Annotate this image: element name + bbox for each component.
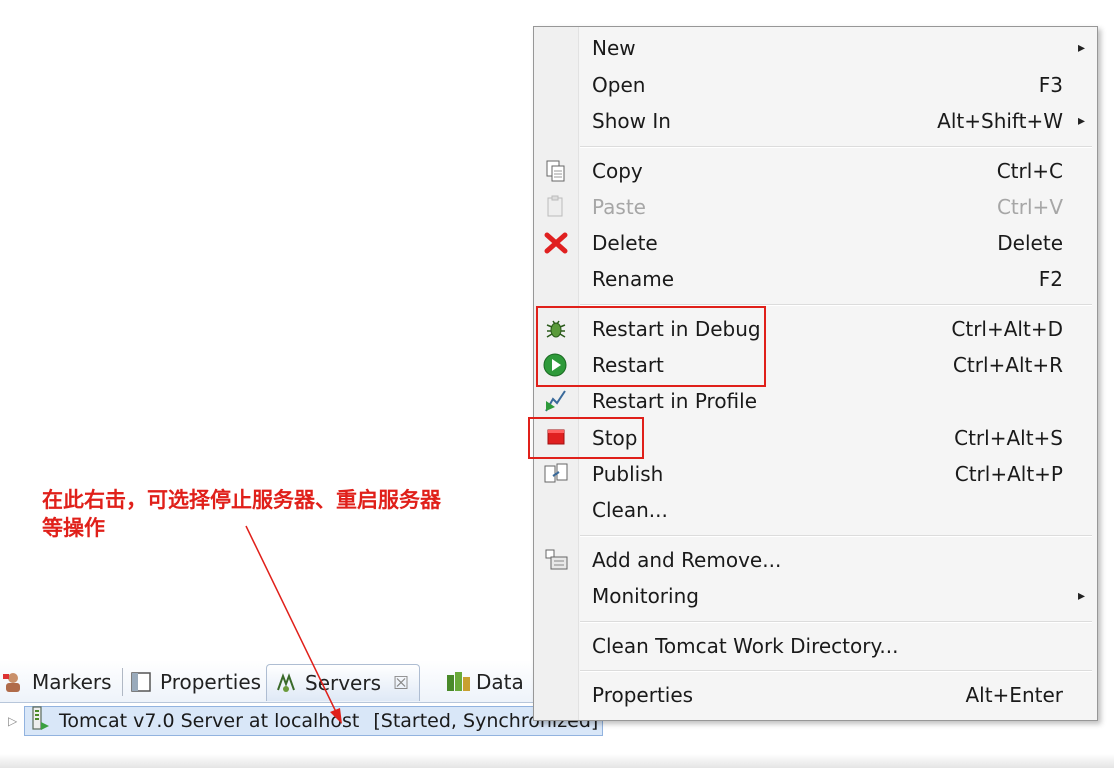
- publish-icon: [543, 462, 569, 486]
- menu-item-new[interactable]: New ▸: [534, 31, 1097, 65]
- paste-icon: [543, 195, 569, 219]
- menu-item-properties[interactable]: Properties Alt+Enter: [534, 678, 1097, 712]
- menu-item-shortcut: Ctrl+C: [996, 159, 1063, 183]
- menu-item-shortcut: F3: [1038, 73, 1063, 97]
- menu-item-shortcut: Alt+Enter: [965, 683, 1063, 707]
- delete-icon: [543, 231, 569, 255]
- menu-item-label: Restart in Profile: [592, 389, 758, 413]
- menu-item-monitoring[interactable]: Monitoring ▸: [534, 579, 1097, 613]
- menu-item-label: Monitoring: [592, 584, 699, 608]
- menu-item-label: New: [592, 36, 636, 60]
- menu-item-show-in[interactable]: Show In Alt+Shift+W ▸: [534, 104, 1097, 138]
- menu-item-add-and-remove[interactable]: Add and Remove...: [534, 543, 1097, 577]
- profile-icon: [543, 389, 569, 413]
- annotation-text: 在此右击，可选择停止服务器、重启服务器 等操作: [42, 486, 502, 542]
- menu-item-label: Open: [592, 73, 646, 97]
- tab-servers[interactable]: Servers ☒: [266, 664, 421, 701]
- menu-item-clean-tomcat-work-directory[interactable]: Clean Tomcat Work Directory...: [534, 629, 1097, 663]
- server-name: Tomcat v7.0 Server at localhost: [59, 710, 360, 732]
- menu-item-copy[interactable]: Copy Ctrl+C: [534, 154, 1097, 188]
- tab-label: Properties: [160, 670, 262, 694]
- close-icon[interactable]: ☒: [393, 673, 409, 694]
- menu-item-label: Clean Tomcat Work Directory...: [592, 634, 899, 658]
- menu-item-paste: Paste Ctrl+V: [534, 190, 1097, 224]
- menu-separator: [580, 146, 1092, 148]
- menu-item-shortcut: Ctrl+Alt+D: [951, 317, 1063, 341]
- view-tab-bar: Markers Properties Servers ☒ Data: [0, 660, 535, 703]
- menu-separator: [580, 535, 1092, 537]
- highlight-box-stop: [528, 417, 644, 459]
- menu-item-label: Properties: [592, 683, 694, 707]
- menu-item-publish[interactable]: Publish Ctrl+Alt+P: [534, 457, 1097, 491]
- menu-item-clean[interactable]: Clean...: [534, 493, 1097, 527]
- menu-item-shortcut: Ctrl+Alt+R: [952, 353, 1063, 377]
- menu-item-shortcut: Ctrl+Alt+P: [954, 462, 1063, 486]
- server-tree-row[interactable]: ▷ Tomcat v7.0 Server at localhost [Start…: [8, 705, 608, 737]
- annotation-line-1: 在此右击，可选择停止服务器、重启服务器: [42, 488, 441, 512]
- submenu-arrow-icon: ▸: [1077, 40, 1085, 56]
- menu-item-label: Add and Remove...: [592, 548, 782, 572]
- menu-item-shortcut: Ctrl+Alt+S: [954, 426, 1063, 450]
- markers-icon: [2, 671, 24, 693]
- menu-item-delete[interactable]: Delete Delete: [534, 226, 1097, 260]
- server-entry[interactable]: Tomcat v7.0 Server at localhost [Started…: [24, 705, 604, 737]
- annotation-line-2: 等操作: [42, 516, 105, 540]
- menu-item-shortcut: Alt+Shift+W: [937, 109, 1063, 133]
- submenu-arrow-icon: ▸: [1077, 588, 1085, 604]
- menu-item-label: Copy: [592, 159, 643, 183]
- tab-markers[interactable]: Markers: [2, 664, 112, 700]
- highlight-box-restart: [536, 306, 766, 387]
- data-icon: [446, 671, 470, 693]
- tab-label: Markers: [32, 670, 112, 694]
- servers-icon: [275, 672, 297, 694]
- menu-item-open[interactable]: Open F3: [534, 68, 1097, 102]
- menu-item-shortcut: Delete: [997, 231, 1063, 255]
- menu-item-shortcut: Ctrl+V: [996, 195, 1063, 219]
- submenu-arrow-icon: ▸: [1077, 113, 1085, 129]
- tab-properties[interactable]: Properties: [130, 664, 261, 700]
- menu-item-label: Paste: [592, 195, 646, 219]
- menu-item-label: Clean...: [592, 498, 668, 522]
- frame-shadow: [0, 754, 1114, 768]
- menu-item-rename[interactable]: Rename F2: [534, 262, 1097, 296]
- menu-item-label: Show In: [592, 109, 671, 133]
- tab-label: Servers: [305, 671, 382, 695]
- add-remove-icon: [543, 548, 569, 572]
- tab-data[interactable]: Data: [446, 664, 524, 700]
- menu-item-label: Rename: [592, 267, 675, 291]
- tomcat-server-icon: [29, 705, 51, 737]
- tab-divider: [122, 668, 123, 696]
- tab-label: Data: [476, 670, 524, 694]
- menu-item-label: Publish: [592, 462, 664, 486]
- menu-item-restart-in-profile[interactable]: Restart in Profile: [534, 384, 1097, 418]
- menu-item-label: Delete: [592, 231, 658, 255]
- copy-icon: [543, 159, 569, 183]
- menu-separator: [580, 621, 1092, 623]
- properties-icon: [130, 671, 152, 693]
- expand-arrow-icon[interactable]: ▷: [8, 714, 24, 728]
- menu-separator: [580, 670, 1092, 672]
- menu-item-shortcut: F2: [1038, 267, 1063, 291]
